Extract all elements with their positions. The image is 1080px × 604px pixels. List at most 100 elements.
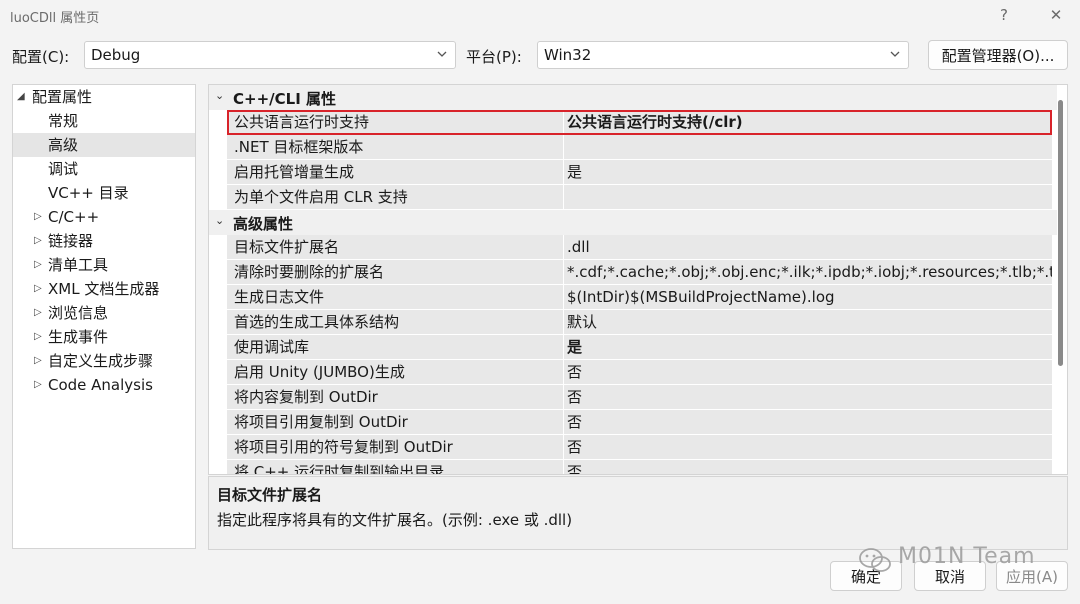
property-value[interactable]: 否 — [564, 435, 1052, 459]
tree-item-linker[interactable]: ▷ 链接器 — [13, 229, 195, 253]
watermark-text: M01N Team — [898, 544, 1036, 569]
wechat-icon — [859, 548, 891, 572]
tree-item-c-cpp[interactable]: ▷ C/C++ — [13, 205, 195, 229]
config-manager-button[interactable]: 配置管理器(O)... — [928, 40, 1068, 70]
property-row[interactable]: 目标文件扩展名 .dll — [209, 235, 1057, 260]
property-row[interactable]: 将项目引用复制到 OutDir 否 — [209, 410, 1057, 435]
property-row[interactable]: 将内容复制到 OutDir 否 — [209, 385, 1057, 410]
property-name: 将 C++ 运行时复制到输出目录 — [227, 460, 563, 474]
tree-item-manifest-tool[interactable]: ▷ 清单工具 — [13, 253, 195, 277]
title-bar: luoCDll 属性页 ? ✕ — [0, 0, 1080, 32]
tree-item-label: 清单工具 — [48, 256, 109, 274]
property-row[interactable]: 生成日志文件 $(IntDir)$(MSBuildProjectName).lo… — [209, 285, 1057, 310]
tree-item-code-analysis[interactable]: ▷ Code Analysis — [13, 373, 195, 397]
platform-combo[interactable]: Win32 — [537, 41, 909, 69]
property-name: 将内容复制到 OutDir — [227, 385, 563, 409]
collapsed-caret-icon: ▷ — [34, 331, 42, 342]
config-label: 配置(C): — [12, 48, 70, 66]
property-name: 使用调试库 — [227, 335, 563, 359]
tree-item-label: 调试 — [48, 160, 79, 178]
tree-item-label: 链接器 — [48, 232, 94, 250]
description-title: 目标文件扩展名 — [217, 486, 323, 504]
property-value[interactable]: *.cdf;*.cache;*.obj;*.obj.enc;*.ilk;*.ip… — [564, 260, 1052, 284]
chevron-down-icon — [890, 51, 900, 57]
property-grid: ⌄ C++/CLI 属性 公共语言运行时支持 公共语言运行时支持(/clr) .… — [208, 84, 1068, 475]
tree-item-advanced[interactable]: 高级 — [13, 133, 195, 157]
property-value[interactable]: 是 — [564, 335, 1052, 359]
help-button[interactable]: ? — [984, 2, 1024, 28]
close-button[interactable]: ✕ — [1036, 2, 1076, 28]
description-body: 指定此程序将具有的文件扩展名。(示例: .exe 或 .dll) — [217, 511, 573, 529]
tree-item-label: 配置属性 — [32, 88, 93, 106]
tree-item-general[interactable]: 常规 — [13, 109, 195, 133]
tree-item-label: 生成事件 — [48, 328, 109, 346]
tree-item-vc-directories[interactable]: VC++ 目录 — [13, 181, 195, 205]
property-row[interactable]: 首选的生成工具体系结构 默认 — [209, 310, 1057, 335]
tree-item-label: XML 文档生成器 — [48, 280, 160, 298]
collapsed-caret-icon: ▷ — [34, 235, 42, 246]
tree-item-build-events[interactable]: ▷ 生成事件 — [13, 325, 195, 349]
expanded-caret-icon: ◢ — [17, 91, 25, 102]
property-value[interactable]: $(IntDir)$(MSBuildProjectName).log — [564, 285, 1052, 309]
collapsed-caret-icon: ▷ — [34, 283, 42, 294]
property-name: 将项目引用的符号复制到 OutDir — [227, 435, 563, 459]
vertical-scrollbar[interactable] — [1058, 100, 1063, 366]
property-row[interactable]: 为单个文件启用 CLR 支持 — [209, 185, 1057, 210]
property-row[interactable]: 启用托管增量生成 是 — [209, 160, 1057, 185]
collapsed-caret-icon: ▷ — [34, 355, 42, 366]
property-row[interactable]: .NET 目标框架版本 — [209, 135, 1057, 160]
tree-item-label: 常规 — [48, 112, 79, 130]
property-row[interactable]: 启用 Unity (JUMBO)生成 否 — [209, 360, 1057, 385]
highlight-box — [227, 110, 1052, 135]
category-cpp-cli[interactable]: ⌄ C++/CLI 属性 — [209, 85, 1057, 110]
property-value[interactable]: 否 — [564, 410, 1052, 434]
category-advanced-properties[interactable]: ⌄ 高级属性 — [209, 210, 1057, 235]
tree-item-label: 高级 — [48, 136, 79, 154]
property-name: .NET 目标框架版本 — [227, 135, 563, 159]
tree-root-config-properties[interactable]: ◢ 配置属性 — [13, 85, 195, 109]
tree-item-label: 自定义生成步骤 — [48, 352, 154, 370]
property-name: 将项目引用复制到 OutDir — [227, 410, 563, 434]
tree-item-label: C/C++ — [48, 208, 100, 226]
property-tree: ◢ 配置属性 常规 高级 调试 VC++ 目录 ▷ C/C++ ▷ 链接器 ▷ … — [12, 84, 196, 549]
property-row[interactable]: 使用调试库 是 — [209, 335, 1057, 360]
property-name: 生成日志文件 — [227, 285, 563, 309]
tree-item-label: 浏览信息 — [48, 304, 109, 322]
collapsed-caret-icon: ▷ — [34, 259, 42, 270]
tree-item-browse-information[interactable]: ▷ 浏览信息 — [13, 301, 195, 325]
platform-label: 平台(P): — [466, 48, 522, 66]
property-name: 首选的生成工具体系结构 — [227, 310, 563, 334]
tree-item-custom-build-step[interactable]: ▷ 自定义生成步骤 — [13, 349, 195, 373]
property-row[interactable]: 将 C++ 运行时复制到输出目录 否 — [209, 460, 1057, 474]
config-value: Debug — [91, 46, 141, 64]
collapsed-caret-icon: ▷ — [34, 307, 42, 318]
property-value[interactable] — [564, 185, 1052, 209]
property-value[interactable] — [564, 135, 1052, 159]
property-name: 启用 Unity (JUMBO)生成 — [227, 360, 563, 384]
property-name: 清除时要删除的扩展名 — [227, 260, 563, 284]
chevron-down-icon: ⌄ — [215, 214, 225, 227]
property-value[interactable]: 否 — [564, 460, 1052, 474]
window-title: luoCDll 属性页 — [10, 11, 100, 26]
tree-item-debugging[interactable]: 调试 — [13, 157, 195, 181]
property-value[interactable]: 是 — [564, 160, 1052, 184]
chevron-down-icon — [437, 51, 447, 57]
property-row[interactable]: 清除时要删除的扩展名 *.cdf;*.cache;*.obj;*.obj.enc… — [209, 260, 1057, 285]
config-combo[interactable]: Debug — [84, 41, 456, 69]
property-name: 目标文件扩展名 — [227, 235, 563, 259]
tree-item-label: VC++ 目录 — [48, 184, 129, 202]
platform-value: Win32 — [544, 46, 592, 64]
tree-item-xml-doc-generator[interactable]: ▷ XML 文档生成器 — [13, 277, 195, 301]
description-panel: 目标文件扩展名 指定此程序将具有的文件扩展名。(示例: .exe 或 .dll) — [208, 476, 1068, 550]
property-value[interactable]: 默认 — [564, 310, 1052, 334]
category-label: C++/CLI 属性 — [233, 90, 336, 108]
chevron-down-icon: ⌄ — [215, 89, 225, 102]
category-label: 高级属性 — [233, 215, 294, 233]
property-value[interactable]: .dll — [564, 235, 1052, 259]
property-name: 启用托管增量生成 — [227, 160, 563, 184]
property-value[interactable]: 否 — [564, 360, 1052, 384]
property-value[interactable]: 否 — [564, 385, 1052, 409]
property-name: 为单个文件启用 CLR 支持 — [227, 185, 563, 209]
watermark: M01N Team — [858, 544, 1054, 574]
property-row[interactable]: 将项目引用的符号复制到 OutDir 否 — [209, 435, 1057, 460]
